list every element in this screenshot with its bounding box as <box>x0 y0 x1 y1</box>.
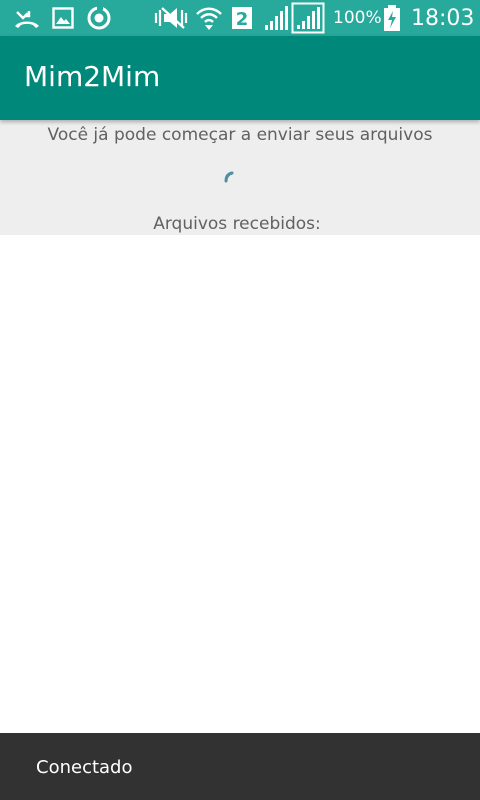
received-files-label: Arquivos recebidos: <box>153 214 321 234</box>
snackbar-message: Conectado <box>36 757 133 778</box>
screen: 2 100% 18:03 Mim2Mim Você já pode começa… <box>0 0 480 800</box>
loading-spinner-icon <box>224 171 234 183</box>
signal-icon-secondary <box>291 2 325 34</box>
battery-charging-icon <box>384 5 400 31</box>
app-title: Mim2Mim <box>24 60 161 93</box>
info-message: Você já pode começar a enviar seus arqui… <box>47 125 433 145</box>
gallery-icon <box>52 7 74 29</box>
info-panel: Você já pode começar a enviar seus arqui… <box>0 120 480 235</box>
snackbar: Conectado <box>0 733 480 800</box>
missed-call-icon <box>15 11 39 28</box>
svg-text:2: 2 <box>236 9 249 30</box>
wifi-icon <box>196 7 222 30</box>
vibrate-icon <box>154 7 188 29</box>
battery-percent: 100% <box>333 8 382 28</box>
signal-icon <box>265 6 288 30</box>
received-files-list[interactable] <box>0 235 480 733</box>
app-bar: Mim2Mim <box>0 36 480 120</box>
clock: 18:03 <box>411 6 475 31</box>
sim-2-icon: 2 <box>232 7 252 30</box>
status-bar: 2 100% 18:03 <box>0 0 480 36</box>
sync-icon <box>87 5 111 30</box>
